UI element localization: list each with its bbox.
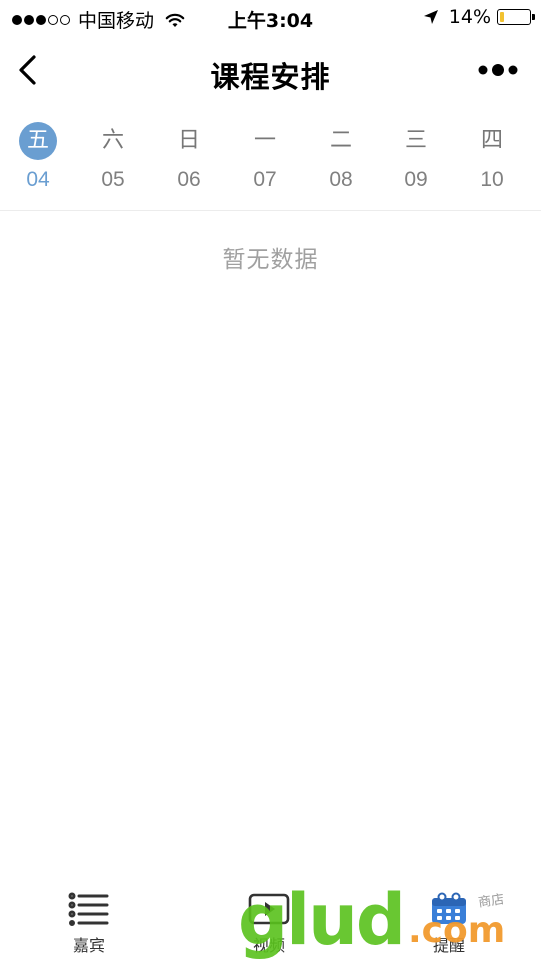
day-item[interactable]: 日 06 — [159, 122, 219, 202]
day-weekday: 一 — [253, 128, 276, 153]
tab-label: 嘉宾 — [72, 936, 105, 955]
battery-percent: 14% — [448, 6, 491, 28]
day-item[interactable]: 一 07 — [235, 122, 295, 202]
day-item[interactable]: 四 10 — [462, 122, 522, 202]
tab-reminder[interactable]: 提醒 — [404, 892, 494, 956]
day-weekday: 四 — [480, 128, 503, 153]
day-date: 08 — [329, 168, 353, 191]
day-item[interactable]: 五 04 — [8, 122, 68, 202]
day-selector: 五 04 六 05 日 06 一 07 二 08 三 09 四 10 — [0, 110, 541, 211]
day-item[interactable]: 三 09 — [386, 122, 446, 202]
nav-bar: 课程安排 — [0, 36, 541, 108]
empty-state-text: 暂无数据 — [222, 247, 319, 273]
more-dots-icon — [478, 64, 518, 76]
day-item[interactable]: 二 08 — [311, 122, 371, 202]
more-button[interactable] — [477, 58, 521, 82]
calendar-icon — [432, 892, 466, 924]
status-right: 14% — [423, 6, 535, 28]
tab-guests[interactable]: 嘉宾 — [44, 892, 134, 956]
location-arrow-icon — [423, 10, 438, 24]
tab-bar: 嘉宾 视频 提醒 — [0, 880, 541, 960]
day-weekday: 日 — [177, 128, 200, 153]
day-weekday: 六 — [101, 128, 124, 153]
list-icon — [68, 892, 109, 926]
day-date: 10 — [480, 168, 504, 191]
day-date: 04 — [26, 168, 50, 191]
tab-video[interactable]: 视频 — [224, 892, 314, 956]
day-date: 06 — [177, 168, 201, 191]
day-weekday: 二 — [329, 128, 352, 153]
day-weekday: 三 — [404, 128, 427, 153]
tab-label: 视频 — [252, 936, 285, 955]
page-title: 课程安排 — [210, 60, 331, 94]
tab-label: 提醒 — [432, 936, 465, 955]
battery-level — [500, 12, 504, 22]
day-date: 09 — [404, 168, 428, 191]
day-weekday: 五 — [19, 122, 57, 160]
status-bar: 中国移动 上午3:04 14% — [0, 0, 541, 36]
video-icon — [248, 893, 290, 925]
day-date: 07 — [253, 168, 277, 191]
day-date: 05 — [101, 168, 125, 191]
battery-icon — [497, 9, 535, 25]
day-item[interactable]: 六 05 — [83, 122, 143, 202]
